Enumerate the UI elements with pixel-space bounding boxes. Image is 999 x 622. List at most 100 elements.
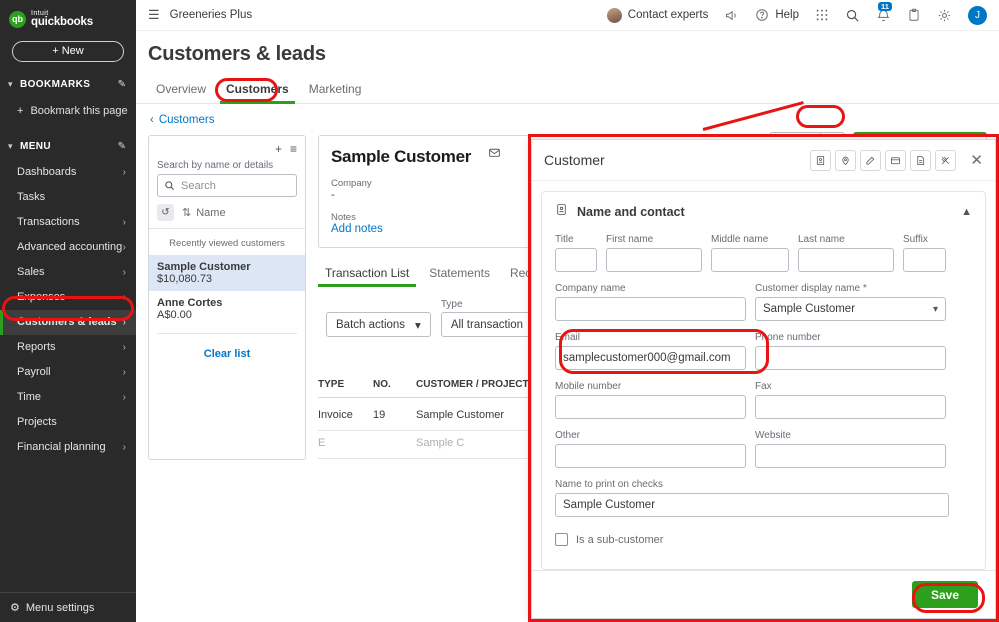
tab-customers[interactable]: Customers xyxy=(218,78,297,103)
suffix-input[interactable] xyxy=(903,248,946,272)
sidebar-item-transactions[interactable]: Transactions› xyxy=(0,210,136,235)
contact-experts-button[interactable]: Contact experts xyxy=(607,8,709,23)
middle-name-input[interactable] xyxy=(711,248,789,272)
sidebar-item-advanced-accounting[interactable]: Advanced accounting› xyxy=(0,235,136,260)
first-name-input[interactable] xyxy=(606,248,702,272)
sidebar-item-sales[interactable]: Sales› xyxy=(0,260,136,285)
help-button[interactable]: Help xyxy=(755,8,799,22)
help-circle-icon xyxy=(755,8,769,22)
qb-mark-icon: qb xyxy=(9,11,26,28)
sidebar-item-reports[interactable]: Reports› xyxy=(0,335,136,360)
type-filter-value: All transaction xyxy=(451,319,523,331)
search-input[interactable]: Search xyxy=(157,174,297,197)
last-name-input[interactable] xyxy=(798,248,894,272)
fax-label: Fax xyxy=(755,381,946,392)
envelope-icon[interactable] xyxy=(488,146,501,164)
chevron-right-icon: › xyxy=(123,217,126,228)
apps-grid-icon[interactable] xyxy=(815,8,829,22)
notifications-bell-icon[interactable]: 11 xyxy=(876,8,891,23)
list-options-icon[interactable]: ≡ xyxy=(290,142,297,156)
tx-tab-statements[interactable]: Statements xyxy=(422,263,497,287)
save-button[interactable]: Save xyxy=(912,581,978,608)
page-tabs: OverviewCustomersMarketing xyxy=(136,66,999,104)
hamburger-menu-icon[interactable]: ☰ xyxy=(148,7,160,23)
new-button[interactable]: + New xyxy=(12,41,124,62)
top-bar: ☰ Greeneries Plus Contact experts Help xyxy=(136,0,999,31)
display-name-label: Customer display name * xyxy=(755,283,946,294)
tab-overview[interactable]: Overview xyxy=(148,78,214,103)
sidebar-item-label: Sales xyxy=(17,266,123,278)
location-pin-icon[interactable] xyxy=(835,150,856,171)
search-icon xyxy=(164,180,175,191)
chevron-up-icon[interactable]: ▲ xyxy=(961,206,972,218)
tx-tab-transaction-list[interactable]: Transaction List xyxy=(318,263,416,287)
bookmarks-section-header[interactable]: ▾ BOOKMARKS ✎ xyxy=(0,72,136,98)
gear-icon[interactable] xyxy=(937,8,952,23)
list-item-name: Sample Customer xyxy=(157,261,297,273)
print-name-label: Name to print on checks xyxy=(555,479,949,490)
list-item[interactable]: Sample Customer$10,080.73 xyxy=(149,255,305,291)
sort-control[interactable]: ⇅ Name xyxy=(182,206,226,219)
email-input[interactable]: samplecustomer000@gmail.com xyxy=(555,346,746,370)
tab-marketing[interactable]: Marketing xyxy=(301,78,370,103)
recently-viewed-header: Recently viewed customers xyxy=(149,229,305,255)
chevron-right-icon: › xyxy=(123,392,126,403)
search-placeholder: Search xyxy=(181,180,216,192)
user-avatar[interactable]: J xyxy=(968,6,987,25)
edit-pencil-icon[interactable]: ✎ xyxy=(118,141,126,152)
customer-rows: Sample Customer$10,080.73Anne CortesA$0.… xyxy=(149,255,305,327)
fax-input[interactable] xyxy=(755,395,946,419)
list-item-amount: A$0.00 xyxy=(157,309,297,321)
mobile-label: Mobile number xyxy=(555,381,746,392)
title-input[interactable] xyxy=(555,248,597,272)
menu-section-header[interactable]: ▾ MENU ✎ xyxy=(0,134,136,160)
edit-pencil-icon[interactable] xyxy=(860,150,881,171)
menu-settings[interactable]: ⚙ Menu settings xyxy=(0,592,136,622)
payment-card-icon[interactable] xyxy=(885,150,906,171)
address-book-icon[interactable] xyxy=(810,150,831,171)
phone-input[interactable] xyxy=(755,346,946,370)
clear-list-button[interactable]: Clear list xyxy=(149,334,305,360)
attachments-icon[interactable] xyxy=(935,150,956,171)
sidebar-item-financial-planning[interactable]: Financial planning› xyxy=(0,435,136,460)
list-item[interactable]: Anne CortesA$0.00 xyxy=(149,291,305,327)
sub-customer-checkbox[interactable] xyxy=(555,533,568,546)
sidebar-item-time[interactable]: Time› xyxy=(0,385,136,410)
sidebar-item-expenses[interactable]: Expenses› xyxy=(0,285,136,310)
search-icon[interactable] xyxy=(845,8,860,23)
company-name[interactable]: Greeneries Plus xyxy=(170,9,252,21)
close-icon[interactable]: ✕ xyxy=(970,151,983,169)
panel-title: Customer xyxy=(544,152,810,168)
company-name-input[interactable] xyxy=(555,297,746,321)
sidebar-item-label: Payroll xyxy=(17,366,123,378)
display-name-select[interactable]: Sample Customer ▾ xyxy=(755,297,946,321)
document-icon[interactable] xyxy=(910,150,931,171)
type-filter-select[interactable]: All transaction xyxy=(441,312,533,337)
print-name-input[interactable]: Sample Customer xyxy=(555,493,949,517)
mobile-input[interactable] xyxy=(555,395,746,419)
chevron-left-icon: ‹ xyxy=(150,114,154,126)
sidebar-item-customers-leads[interactable]: Customers & leads› xyxy=(0,310,136,335)
edit-pencil-icon[interactable]: ✎ xyxy=(118,79,126,90)
breadcrumb[interactable]: ‹ Customers xyxy=(136,104,999,126)
megaphone-icon[interactable] xyxy=(724,8,739,23)
menu-label: MENU xyxy=(20,141,118,152)
search-hint-label: Search by name or details xyxy=(149,156,305,174)
other-input[interactable] xyxy=(555,444,746,468)
add-customer-icon[interactable]: + xyxy=(275,142,282,156)
website-input[interactable] xyxy=(755,444,946,468)
panel-body: Name and contact ▲ Title First name Midd… xyxy=(532,181,995,570)
row-type: E xyxy=(318,437,373,449)
chevron-right-icon: › xyxy=(123,442,126,453)
bookmark-this-page[interactable]: + Bookmark this page xyxy=(0,98,136,124)
transaction-tabs: Transaction ListStatementsRecu xyxy=(318,263,545,287)
sidebar-item-projects[interactable]: Projects xyxy=(0,410,136,435)
sidebar-item-tasks[interactable]: Tasks xyxy=(0,185,136,210)
clipboard-icon[interactable] xyxy=(907,8,921,22)
batch-actions-button[interactable]: Batch actions ▾ xyxy=(326,312,431,337)
sidebar-item-payroll[interactable]: Payroll› xyxy=(0,360,136,385)
chevron-right-icon: › xyxy=(123,367,126,378)
recent-clock-icon[interactable]: ↺ xyxy=(157,204,174,221)
sidebar-item-dashboards[interactable]: Dashboards› xyxy=(0,160,136,185)
name-and-contact-section: Name and contact ▲ Title First name Midd… xyxy=(541,191,986,570)
